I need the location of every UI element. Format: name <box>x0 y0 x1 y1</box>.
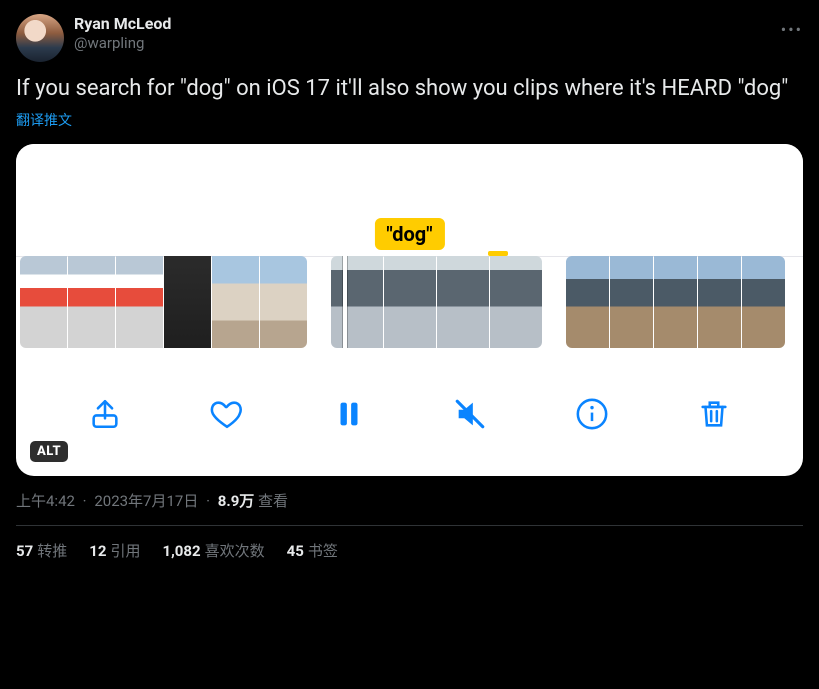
heart-icon[interactable] <box>209 396 245 432</box>
tweet-time[interactable]: 上午4:42 <box>16 492 75 510</box>
divider <box>16 525 803 526</box>
clip-group[interactable] <box>20 256 307 348</box>
mute-icon[interactable] <box>452 396 488 432</box>
clip-group[interactable] <box>331 256 542 348</box>
clip-thumb <box>212 256 259 348</box>
media-upper: "dog" <box>16 144 803 256</box>
trash-icon[interactable] <box>696 396 732 432</box>
clip-thumb <box>698 256 741 348</box>
translate-link[interactable]: 翻译推文 <box>16 110 803 130</box>
clip-thumb <box>20 256 67 348</box>
clip-thumb <box>742 256 785 348</box>
media-controls <box>16 348 803 476</box>
clip-thumb <box>490 256 542 348</box>
tweet-date[interactable]: 2023年7月17日 <box>94 492 198 510</box>
pause-icon[interactable] <box>331 396 367 432</box>
quotes-stat[interactable]: 12引用 <box>89 540 140 561</box>
user-block[interactable]: Ryan McLeod @warpling <box>74 14 171 53</box>
retweets-stat[interactable]: 57转推 <box>16 540 67 561</box>
meta-row: 上午4:42 · 2023年7月17日 · 8.9万 查看 <box>16 490 803 511</box>
tweet-header: Ryan McLeod @warpling ••• <box>16 14 803 62</box>
caption-chip: "dog" <box>374 218 444 250</box>
clip-thumb <box>384 256 436 348</box>
views-count: 8.9万 <box>218 492 255 510</box>
tweet-text: If you search for "dog" on iOS 17 it'll … <box>16 74 803 104</box>
bookmarks-stat[interactable]: 45书签 <box>287 540 338 561</box>
alt-badge[interactable]: ALT <box>30 441 68 462</box>
timeline-strip[interactable] <box>16 256 803 348</box>
playhead[interactable] <box>343 256 347 348</box>
clip-thumb <box>68 256 115 348</box>
tweet: Ryan McLeod @warpling ••• If you search … <box>16 10 803 565</box>
clip-thumb <box>654 256 697 348</box>
media-card[interactable]: "dog" <box>16 144 803 476</box>
clip-thumb <box>610 256 653 348</box>
share-icon[interactable] <box>87 396 123 432</box>
display-name: Ryan McLeod <box>74 14 171 34</box>
clip-group[interactable] <box>566 256 785 348</box>
more-icon[interactable]: ••• <box>781 20 803 39</box>
clip-thumb <box>331 256 383 348</box>
clip-thumb <box>437 256 489 348</box>
stats-row: 57转推 12引用 1,082喜欢次数 45书签 <box>16 540 803 561</box>
views-label: 查看 <box>258 492 288 510</box>
avatar[interactable] <box>16 14 64 62</box>
handle: @warpling <box>74 34 171 53</box>
info-icon[interactable] <box>574 396 610 432</box>
clip-thumb <box>164 256 211 348</box>
clip-thumb <box>260 256 307 348</box>
likes-stat[interactable]: 1,082喜欢次数 <box>162 540 264 561</box>
clip-thumb <box>566 256 609 348</box>
clip-thumb <box>116 256 163 348</box>
